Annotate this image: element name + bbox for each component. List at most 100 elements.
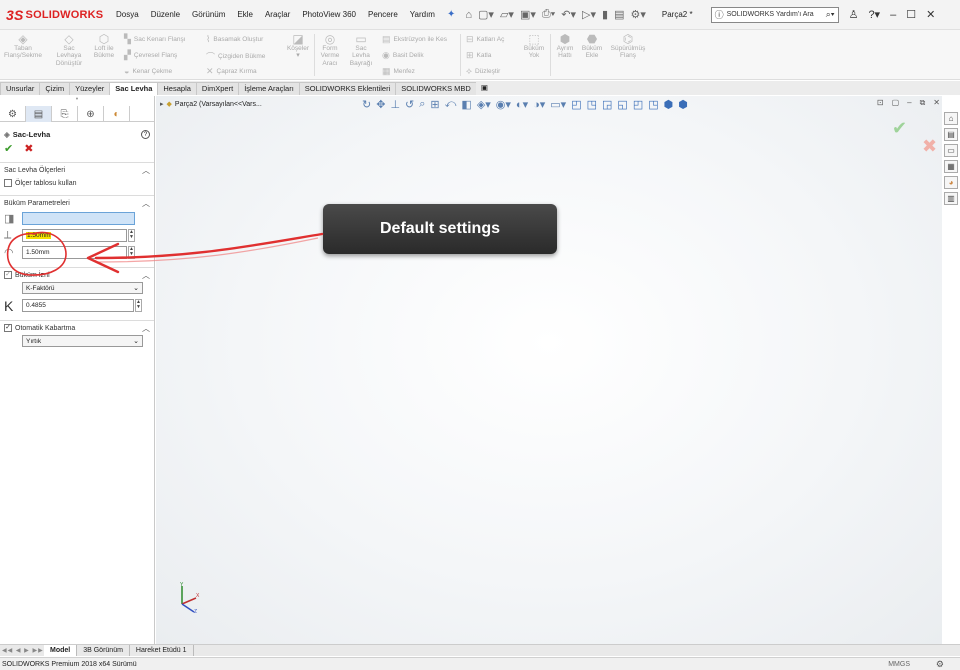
thickness-input[interactable]: 1.50mm (22, 229, 127, 242)
tab-model[interactable]: Model (44, 645, 78, 656)
fold-button[interactable]: ⊞ Katla (466, 50, 491, 61)
zoom-area-icon[interactable]: ⊞ (430, 98, 439, 111)
tab-sketch[interactable]: Çizim (39, 82, 71, 95)
tab-mbd[interactable]: SOLIDWORKS MBD (395, 82, 477, 95)
design-library-icon[interactable]: ▤ (944, 128, 958, 141)
cross-break-button[interactable]: ✕ Çapraz Kırma (206, 66, 257, 77)
tab-dimxpert[interactable]: DimXpert (195, 82, 240, 95)
rotate-view-icon[interactable]: ↻ (362, 98, 371, 111)
search-icon[interactable]: ⌕▾ (826, 9, 835, 20)
home-icon[interactable]: ⌂ (465, 9, 472, 21)
menu-view[interactable]: Görünüm (186, 10, 231, 19)
unfold-button[interactable]: ⊟ Katları Aç (466, 34, 504, 45)
miter-flange-button[interactable]: ▞ Çevresel Flanş (124, 50, 177, 61)
tabs-more-icon[interactable]: ▣ (475, 82, 493, 95)
view-orientation-icon[interactable]: ◈▾ (477, 98, 491, 111)
tab-surfaces[interactable]: Yüzeyler (69, 82, 111, 95)
file-properties-icon[interactable]: ▤ (614, 8, 624, 21)
relief-type-select[interactable]: Yırtık ⌄ (22, 335, 143, 347)
view-settings-icon[interactable]: ▭▾ (550, 98, 566, 111)
tab-evaluate[interactable]: Hesapla (157, 82, 197, 95)
expand-arrow-icon[interactable]: ▸ (160, 100, 164, 108)
convert-to-sheet-button[interactable]: ◇ Sac Levhaya Dönüştür (50, 33, 88, 67)
swept-flange-button[interactable]: ⌬ Süpürülmüş Flanş (608, 33, 648, 60)
configuration-manager-tab-icon[interactable]: ⎘ (52, 106, 78, 122)
collapse-chevron-icon[interactable]: ︿ (142, 323, 150, 334)
base-flange-button[interactable]: ◈ Taban Flanş/Sekme (4, 33, 42, 60)
viewport-split-icon[interactable]: ⊡ (877, 98, 884, 108)
display-manager-tab-icon[interactable]: ◐ (104, 106, 130, 122)
right-view-icon[interactable]: ◱ (617, 98, 627, 111)
normal-to-icon[interactable]: ⊥ (390, 98, 400, 111)
isometric-view-icon[interactable]: ⬢ (664, 98, 674, 111)
tab-addins[interactable]: SOLIDWORKS Eklentileri (298, 82, 397, 95)
collapse-chevron-icon[interactable]: ︿ (142, 198, 150, 209)
ok-check-icon[interactable]: ✔ (4, 143, 13, 155)
help-icon[interactable]: ?▾ (868, 8, 880, 21)
unit-system[interactable]: MMGS (888, 661, 910, 668)
menu-file[interactable]: Dosya (110, 10, 145, 19)
new-document-icon[interactable]: ▢▾ (478, 8, 494, 21)
pin-icon[interactable]: ✦ (447, 9, 455, 20)
refresh-icon[interactable]: ↺ (405, 98, 414, 111)
jog-button[interactable]: ⌇ Basamak Oluştur (206, 34, 263, 45)
tab-weldments[interactable]: İşleme Araçları (238, 82, 300, 95)
feature-manager-tab-icon[interactable]: ⚙ (0, 106, 26, 122)
bottom-view-icon[interactable]: ◳ (648, 98, 658, 111)
auto-relief-checkbox[interactable]: ✓ (4, 324, 12, 332)
select-icon[interactable]: ▷▾ (582, 8, 596, 21)
collapse-chevron-icon[interactable]: ︿ (142, 165, 150, 176)
auto-relief-header[interactable]: ✓ Otomatik Kabartma ︿ (0, 321, 154, 335)
edit-appearance-icon[interactable]: ◑▾ (533, 98, 545, 111)
no-bends-button[interactable]: ⬚ Büküm Yok (520, 33, 548, 60)
tab-features[interactable]: Unsurlar (0, 82, 41, 95)
bend-radius-spinner[interactable]: ▲ ▼ (128, 246, 135, 259)
options-gear-icon[interactable]: ⚙▾ (630, 8, 645, 21)
close-icon[interactable]: ✕ (926, 8, 935, 21)
help-search-input[interactable]: ⓘ SOLIDWORKS Yardım'ı Ara ⌕▾ (710, 6, 839, 23)
dimxpert-manager-tab-icon[interactable]: ⊕ (78, 106, 104, 122)
simple-hole-button[interactable]: ◉ Basit Delik (382, 50, 424, 61)
save-icon[interactable]: ▣▾ (520, 8, 536, 21)
doc-restore-icon[interactable]: ⧉ (920, 98, 926, 108)
menu-insert[interactable]: Ekle (231, 10, 259, 19)
bend-parameters-header[interactable]: Büküm Parametreleri ︿ (0, 196, 154, 210)
menu-window[interactable]: Pencere (362, 10, 404, 19)
forming-tool-button[interactable]: ◎ Form Verme Aracı (316, 33, 344, 67)
insert-bends-button[interactable]: ⬣ Büküm Ekle (578, 33, 606, 60)
zoom-to-fit-icon[interactable]: ⌕ (419, 98, 425, 111)
rip-button[interactable]: ⬢ Ayrım Hattı (552, 33, 578, 60)
custom-properties-icon[interactable]: ▥ (944, 192, 958, 205)
panel-grip-icon[interactable]: • (0, 96, 154, 106)
gauge-section-header[interactable]: Sac Levha Ölçerleri ︿ (0, 163, 154, 177)
bend-radius-input[interactable]: 1.50mm (22, 246, 127, 259)
menu-tools[interactable]: Araçlar (259, 10, 296, 19)
use-gauge-table-checkbox[interactable] (4, 179, 12, 187)
rebuild-icon[interactable]: ▮ (602, 8, 608, 21)
fixed-face-selection-box[interactable] (22, 212, 135, 225)
section-view-icon[interactable]: ◧ (461, 98, 471, 111)
cancel-x-icon[interactable]: ✖ (24, 143, 33, 155)
hide-show-icon[interactable]: ◐▾ (516, 98, 528, 111)
tab-3d-views[interactable]: 3B Görünüm (77, 645, 130, 656)
bend-allowance-checkbox[interactable]: ✓ (4, 271, 12, 279)
display-style-icon[interactable]: ◉▾ (496, 98, 511, 111)
k-factor-input[interactable]: 0.4855 (22, 299, 134, 312)
doc-close-icon[interactable]: ✕ (933, 98, 940, 108)
corners-button[interactable]: ◪ Köşeler ▾ (284, 33, 312, 60)
sketched-bend-button[interactable]: ⌒ Çizgiden Bükme (206, 50, 265, 63)
collapse-chevron-icon[interactable]: ︿ (142, 270, 150, 281)
confirm-ok-check-icon[interactable]: ✔ (892, 118, 907, 139)
doc-minimize-icon[interactable]: – (907, 98, 911, 108)
undo-icon[interactable]: ↶▾ (561, 8, 576, 21)
open-icon[interactable]: ▱▾ (500, 8, 514, 21)
left-view-icon[interactable]: ◲ (602, 98, 612, 111)
maximize-icon[interactable]: ☐ (906, 8, 916, 21)
vent-button[interactable]: ▦ Menfez (382, 66, 415, 77)
front-view-icon[interactable]: ◰ (571, 98, 581, 111)
use-gauge-table-row[interactable]: Ölçer tablosu kullan (0, 177, 154, 189)
graphics-area[interactable]: ▸ ◆ Parça2 (Varsayılan<<Vars... ↻ ✥ ⊥ ↺ … (156, 96, 942, 644)
tab-slot-button[interactable]: ▭ Sac Levha Bayrağı (346, 33, 376, 67)
file-explorer-icon[interactable]: ▭ (944, 144, 958, 157)
pan-icon[interactable]: ✥ (376, 98, 385, 111)
